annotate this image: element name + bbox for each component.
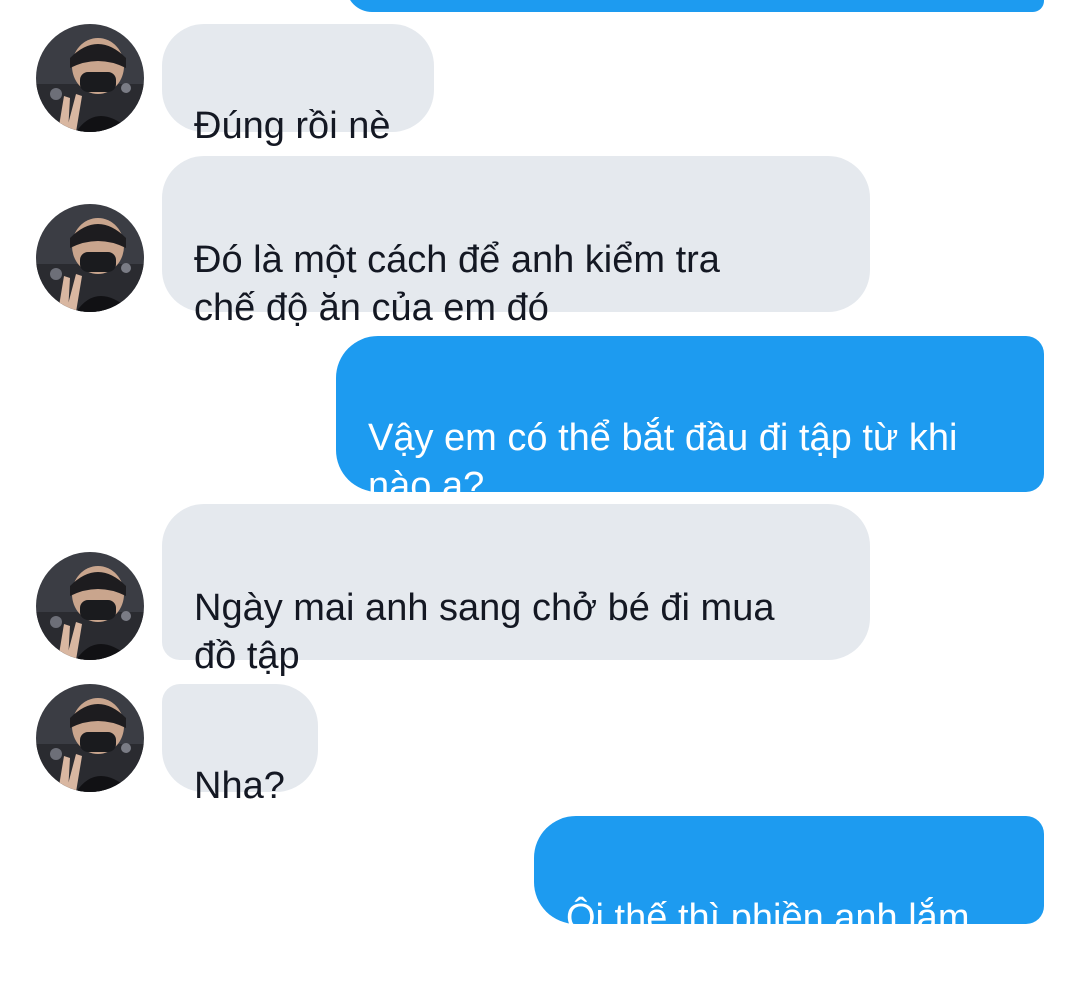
contact-avatar-icon[interactable] <box>36 24 144 132</box>
contact-avatar-icon[interactable] <box>36 204 144 312</box>
message-text: Ôi thế thì phiền anh lắm <box>566 897 970 939</box>
incoming-message-bubble[interactable]: Nha? <box>162 684 318 807</box>
message-text: Ngày mai anh sang chở bé đi mua đồ tập <box>194 587 775 677</box>
message-text: Vậy em có thể bắt đầu đi tập từ khi nào … <box>368 417 958 507</box>
incoming-message-bubble[interactable]: Đúng rồi nè <box>162 24 434 147</box>
contact-avatar-icon[interactable] <box>36 552 144 660</box>
outgoing-message-bubble[interactable]: Vậy em có thể bắt đầu đi tập từ khi nào … <box>336 336 1044 507</box>
message-text: Nha? <box>194 765 285 807</box>
message-text: Đúng rồi nè <box>194 105 391 147</box>
message-text: Đó là một cách để anh kiểm tra chế độ ăn… <box>194 239 720 329</box>
outgoing-message-bubble-cut[interactable] <box>346 0 1044 12</box>
incoming-message-bubble[interactable]: Đó là một cách để anh kiểm tra chế độ ăn… <box>162 156 870 329</box>
chat-thread: Đúng rồi nè Đó là một cách để anh kiểm t… <box>0 0 1080 939</box>
outgoing-message-bubble[interactable]: Ôi thế thì phiền anh lắm <box>534 816 1044 939</box>
contact-avatar-icon[interactable] <box>36 684 144 792</box>
incoming-message-bubble[interactable]: Ngày mai anh sang chở bé đi mua đồ tập <box>162 504 870 677</box>
